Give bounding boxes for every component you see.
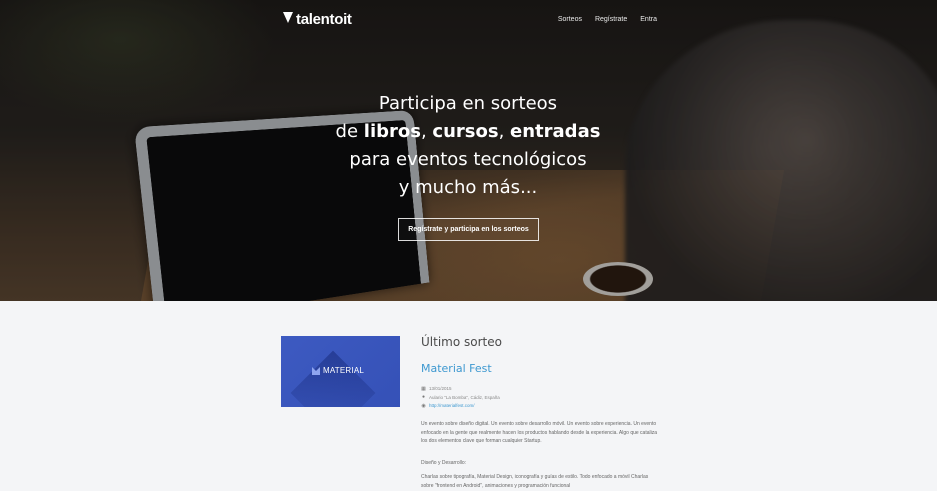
event-title-link[interactable]: Material Fest [421,362,492,375]
event-url-row: ◉ http://materialfest.com/ [421,402,500,411]
event-date: 13/01/2015 [429,386,452,391]
event-url-link[interactable]: http://materialfest.com/ [429,402,475,411]
event-meta: ▦ 13/01/2015 ● Aulario "La Bomba", Cádiz… [421,385,500,411]
hero-headline: Participa en sorteos de libros, cursos, … [268,90,668,202]
description-paragraph: Charlas sobre tipografía, Material Desig… [421,473,649,489]
headline-line-2: de libros, cursos, entradas [335,121,601,142]
nav-link-sorteos[interactable]: Sorteos [558,16,582,23]
site-logo[interactable]: talentoit [281,10,352,28]
main-menu: Sorteos Regístrate Entra [558,16,657,23]
globe-icon: ◉ [421,402,426,409]
heart-logo-icon [281,10,295,28]
top-navbar: talentoit Sorteos Regístrate Entra [281,10,657,28]
event-location: Aulario "La Bomba", Cádiz, España [429,394,500,400]
section-title: Último sorteo [421,335,502,349]
register-cta-button[interactable]: Regístrate y participa en los sorteos [398,218,539,241]
headline-line-1: Participa en sorteos [378,93,558,114]
event-date-row: ▦ 13/01/2015 [421,385,500,394]
map-marker-icon: ● [421,394,426,401]
description-subheading: Diseño y Desarrollo: [421,460,467,467]
thumbnail-label: MATERIAL [323,366,365,375]
headline-line-4: y mucho más... [398,177,538,198]
event-description: Un evento sobre diseño digital. Un event… [421,420,657,491]
event-location-row: ● Aulario "La Bomba", Cádiz, España [421,394,500,403]
logo-text: talentoit [296,10,352,28]
event-thumbnail[interactable]: MATERIAL [281,336,400,407]
headline-line-3: para eventos tecnológicos [349,149,587,170]
hero-banner: talentoit Sorteos Regístrate Entra Parti… [0,0,937,301]
calendar-icon: ▦ [421,385,426,392]
nav-link-registrate[interactable]: Regístrate [595,16,627,23]
nav-link-entra[interactable]: Entra [640,16,657,23]
description-paragraph: Un evento sobre diseño digital. Un event… [421,421,658,445]
